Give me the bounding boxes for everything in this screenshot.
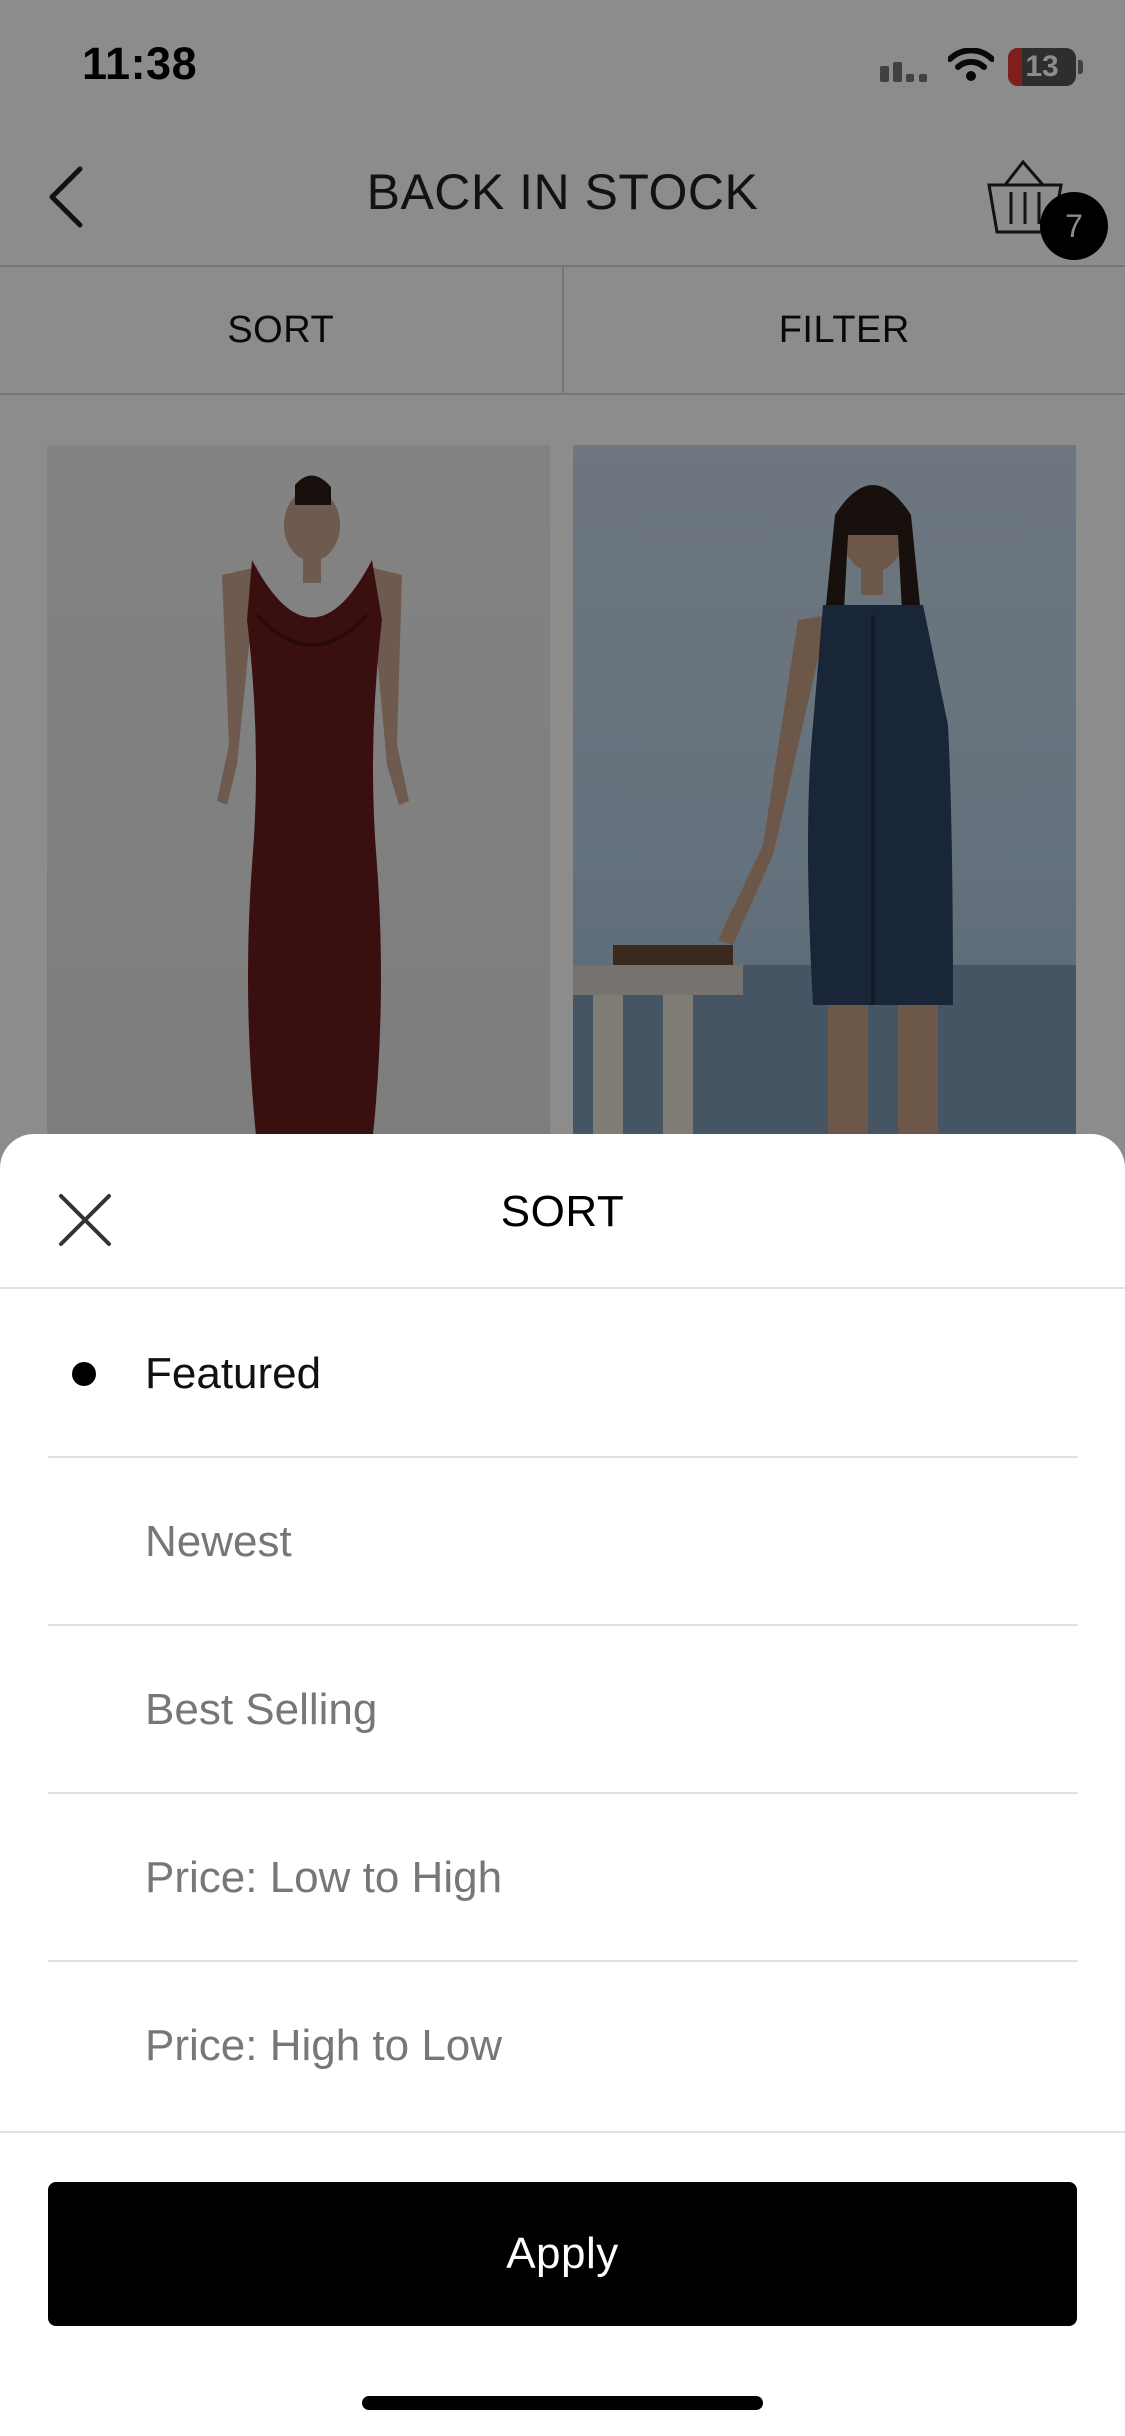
dot-icon [72,1362,96,1386]
divider [0,1287,1125,1289]
home-indicator[interactable] [362,2396,763,2410]
option-label: Best Selling [145,1685,378,1734]
sheet-title: SORT [500,1187,625,1236]
option-indicator [48,1290,145,1458]
option-label: Featured [145,1349,322,1398]
option-label: Newest [145,1517,292,1566]
sort-option-price-low-high[interactable]: Price: Low to High [48,1794,1078,1962]
option-indicator [48,1626,145,1794]
sort-option-price-high-low[interactable]: Price: High to Low [48,1962,1078,2130]
option-label: Price: High to Low [145,2021,503,2070]
sort-option-best-selling[interactable]: Best Selling [48,1626,1078,1794]
option-label: Price: Low to High [145,1853,503,1902]
apply-button[interactable]: Apply [48,2182,1077,2326]
sort-option-featured[interactable]: Featured [48,1290,1078,1458]
divider [0,2131,1125,2133]
option-indicator [48,1458,145,1626]
option-indicator [48,1794,145,1962]
sort-option-newest[interactable]: Newest [48,1458,1078,1626]
option-indicator [48,1962,145,2130]
